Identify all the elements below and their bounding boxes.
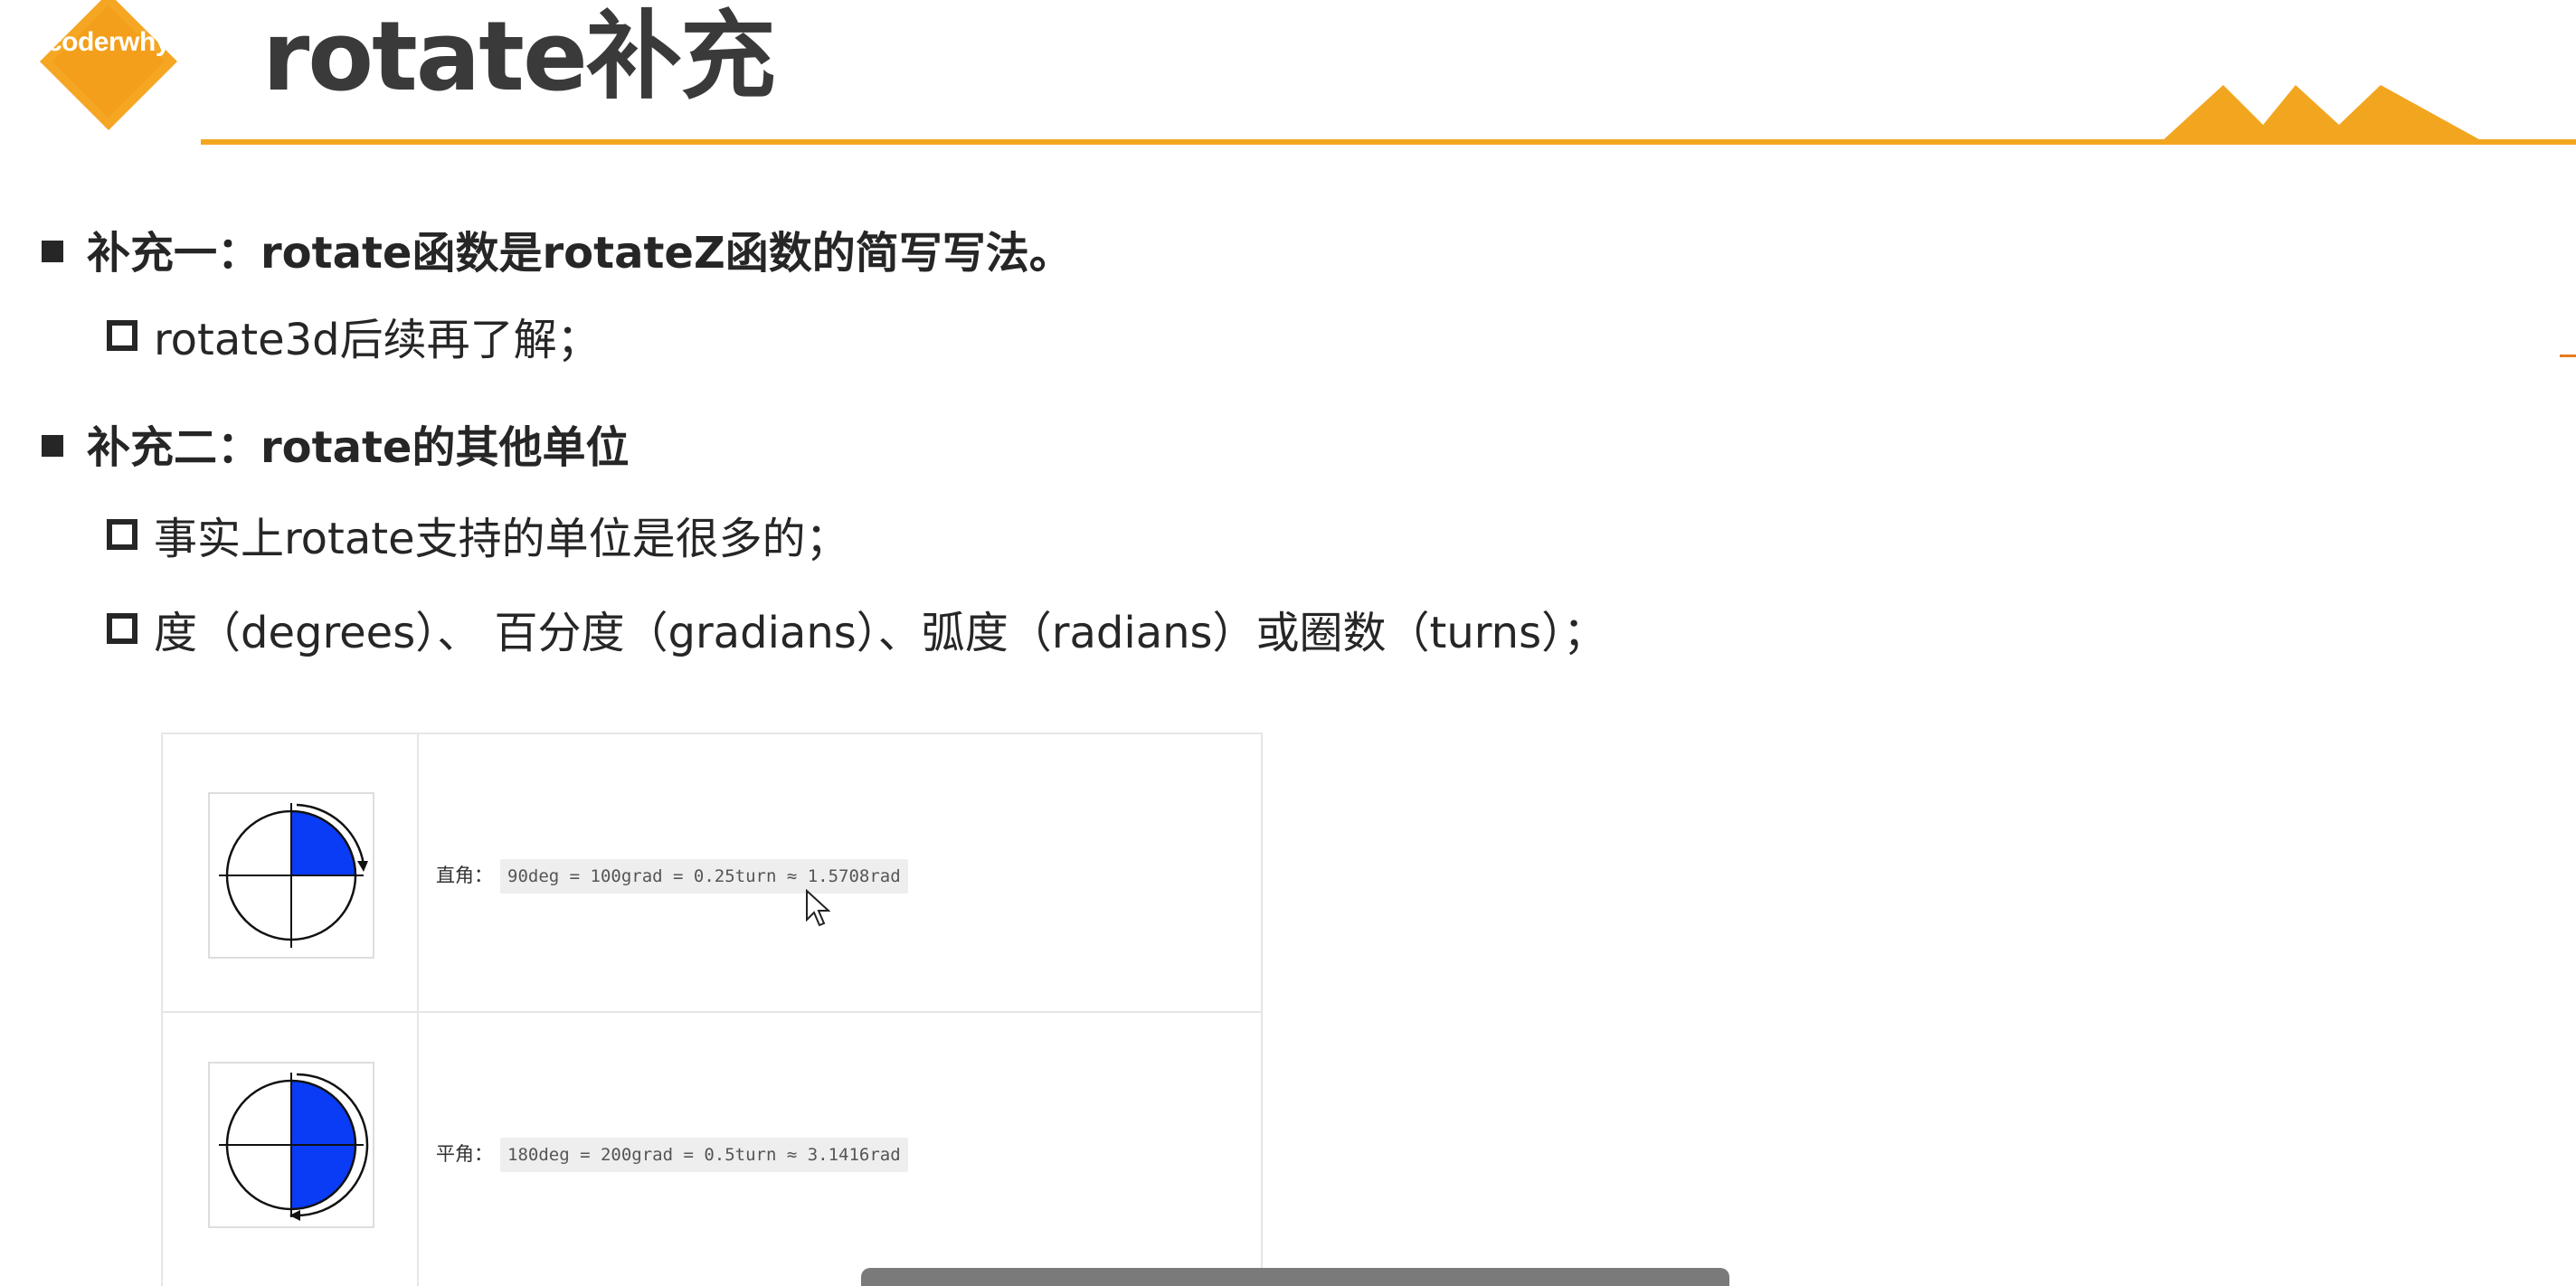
angle-row-text: 直角： 90deg = 100grad = 0.25turn ≈ 1.5708ra…	[436, 859, 908, 894]
table-row: 平角： 180deg = 200grad = 0.5turn ≈ 3.1416ra…	[163, 1013, 1261, 1286]
angle-code: 180deg = 200grad = 0.5turn ≈ 3.1416rad	[500, 1138, 908, 1172]
logo-diamond-icon	[40, 0, 177, 130]
bullet-item-1: 补充一：rotate函数是rotateZ函数的简写写法。	[42, 226, 1073, 280]
diagram-box	[208, 792, 374, 959]
sub-bullet-label: 事实上rotate支持的单位是很多的；	[154, 514, 849, 564]
filled-square-bullet-icon	[42, 241, 63, 262]
diagram-box	[208, 1062, 374, 1228]
bullet-label: 补充一：rotate函数是rotateZ函数的简写写法。	[87, 228, 1073, 279]
half-circle-rotation-icon	[219, 1073, 369, 1221]
rotation-units-table: 直角： 90deg = 100grad = 0.25turn ≈ 1.5708ra…	[161, 733, 1263, 1286]
filled-square-bullet-icon	[42, 435, 63, 457]
angle-label: 直角：	[436, 865, 493, 886]
angle-row-text: 平角： 180deg = 200grad = 0.5turn ≈ 3.1416ra…	[436, 1138, 908, 1172]
hollow-square-bullet-icon	[107, 519, 137, 550]
sub-bullet-label: 度（degrees）、 百分度（gradians）、弧度（radians）或圈数…	[154, 608, 1607, 658]
player-control-bar[interactable]	[861, 1268, 1729, 1286]
hollow-square-bullet-icon	[107, 613, 137, 644]
mouse-cursor-icon	[806, 889, 830, 927]
sub-bullet-item: 度（degrees）、 百分度（gradians）、弧度（radians）或圈数…	[107, 606, 1606, 660]
edge-mark	[2560, 355, 2576, 357]
slide: coderwhy rotate补充 补充一：rotate函数是rotateZ函数…	[0, 0, 2576, 1286]
angle-label: 平角：	[436, 1143, 493, 1165]
table-row: 直角： 90deg = 100grad = 0.25turn ≈ 1.5708ra…	[163, 734, 1261, 1013]
page-title: rotate补充	[262, 1, 776, 112]
hollow-square-bullet-icon	[107, 320, 137, 351]
bullet-item-2: 补充二：rotate的其他单位	[42, 421, 630, 475]
mountains-decoration-icon	[2160, 85, 2486, 143]
sub-bullet-item: 事实上rotate支持的单位是很多的；	[107, 512, 849, 566]
logo-text: coderwhy	[46, 27, 171, 57]
angle-code: 90deg = 100grad = 0.25turn ≈ 1.5708rad	[500, 859, 908, 894]
quarter-circle-rotation-icon	[219, 803, 368, 948]
bullet-label: 补充二：rotate的其他单位	[87, 422, 630, 473]
sub-bullet-label: rotate3d后续再了解；	[154, 315, 601, 365]
sub-bullet-item: rotate3d后续再了解；	[107, 313, 601, 367]
logo: coderwhy	[36, 0, 181, 134]
